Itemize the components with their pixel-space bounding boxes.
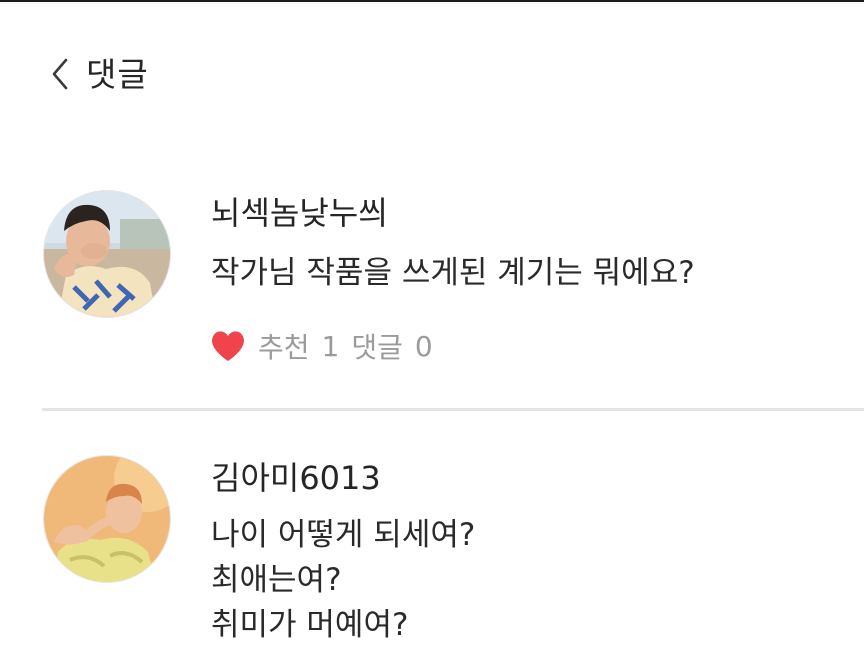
- recommend-label: 추천: [258, 331, 310, 364]
- avatar-image: [44, 456, 170, 582]
- comment-username[interactable]: 김아미6013: [211, 458, 381, 498]
- avatar-image: [44, 191, 170, 317]
- header: 댓글: [0, 40, 864, 112]
- like-button[interactable]: [208, 326, 248, 366]
- top-edge: [0, 0, 864, 2]
- reply-label[interactable]: 댓글: [351, 326, 403, 366]
- avatar[interactable]: [44, 191, 170, 317]
- comment-text-line: 최애는여?: [211, 562, 342, 598]
- comment-text-line: 작가님 작품을 쓰게된 계기는 뭐에요?: [211, 255, 695, 291]
- comment-item: 뇌섹놈낮누씌 작가님 작품을 쓰게된 계기는 뭐에요? 추천 1 댓글 0: [0, 185, 864, 410]
- reply-count: 0: [414, 329, 433, 363]
- comment-username[interactable]: 뇌섹놈낮누씌: [211, 193, 388, 233]
- comment-meta: 추천 1 댓글 0: [208, 326, 445, 366]
- comment-text: 나이 어떻게 되세여? 최애는여? 취미가 머예여?: [211, 513, 475, 648]
- comment-text-line: 취미가 머예여?: [211, 607, 409, 643]
- comment-divider: [42, 408, 864, 411]
- chevron-left-icon: [52, 58, 68, 90]
- back-button[interactable]: [42, 54, 82, 94]
- comment-text-line: 나이 어떻게 되세여?: [211, 517, 476, 553]
- comment-item: 김아미6013 나이 어떻게 되세여? 최애는여? 취미가 머예여?: [0, 450, 864, 648]
- page-title: 댓글: [86, 55, 149, 94]
- avatar[interactable]: [44, 456, 170, 582]
- recommend-count: 1: [321, 329, 340, 363]
- comment-text: 작가님 작품을 쓰게된 계기는 뭐에요?: [211, 251, 695, 296]
- heart-icon: [212, 331, 244, 361]
